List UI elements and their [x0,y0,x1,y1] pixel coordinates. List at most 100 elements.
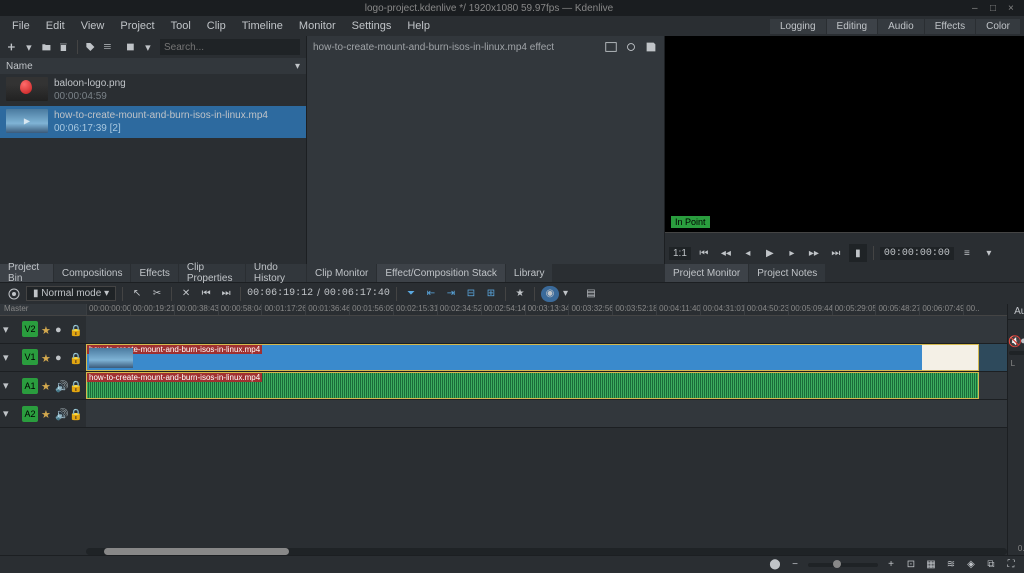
monitor-timecode[interactable]: 00:00:00:00 [880,247,954,260]
next-edit-icon[interactable]: ⏭ [218,286,234,302]
workspace-audio[interactable]: Audio [878,19,924,34]
split-view-icon[interactable] [604,40,618,54]
menu-clip[interactable]: Clip [199,20,234,32]
view-dropdown-icon[interactable]: ▾ [142,40,154,54]
timeline-ruler[interactable]: Master 00:00:00:0000:00:19:2100:00:38:43… [0,304,1007,316]
bin-item[interactable]: how-to-create-mount-and-burn-isos-in-lin… [0,106,306,138]
add-dropdown-icon[interactable]: ▾ [23,40,35,54]
preview-dropdown-icon[interactable]: ▾ [563,288,579,299]
color-tag-icon[interactable]: ⬤ [768,558,782,572]
step-back-icon[interactable]: ◂ [739,244,757,262]
timeline-position[interactable]: 00:06:19:12 [247,288,313,299]
lock-icon[interactable]: 🔒 [69,380,80,391]
track-label[interactable]: V1 [22,349,38,365]
mute-audio-icon[interactable]: 🔊 [55,380,66,391]
workspace-effects[interactable]: Effects [925,19,975,34]
tab-compositions[interactable]: Compositions [54,264,131,282]
search-input[interactable] [160,39,300,55]
next-keyframe-icon[interactable]: ⏭ [827,244,845,262]
tab-clip-monitor[interactable]: Clip Monitor [307,264,376,282]
mute-icon[interactable]: 🔇 [1008,335,1017,344]
monitor-video[interactable]: In Point [665,36,1024,232]
mute-icon[interactable]: ● [55,352,66,363]
menu-timeline[interactable]: Timeline [234,20,291,32]
forward-icon[interactable]: ▸▸ [805,244,823,262]
track-body[interactable] [86,400,1007,427]
view-mode-icon[interactable] [125,40,136,54]
tab-project-notes[interactable]: Project Notes [749,264,825,282]
preview-render-icon[interactable]: ◉ [541,286,559,302]
delete-icon[interactable] [58,40,69,54]
minimize-icon[interactable]: – [972,3,982,13]
zoom-ratio[interactable]: 1:1 [669,247,691,260]
add-clip-icon[interactable] [6,40,17,54]
fullscreen-icon[interactable]: ⛶ [1004,558,1018,572]
scrollbar-thumb[interactable] [104,548,288,555]
menu-help[interactable]: Help [399,20,438,32]
guide-icon[interactable]: ▤ [583,286,599,302]
expand-track-icon[interactable]: ▾ [3,407,19,420]
menu-settings[interactable]: Settings [344,20,400,32]
lock-icon[interactable]: 🔒 [69,324,80,335]
tab-clip-properties[interactable]: Clip Properties [179,264,245,282]
tab-project-monitor[interactable]: Project Monitor [665,264,748,282]
settings-icon[interactable] [6,286,22,302]
save-stack-icon[interactable] [644,40,658,54]
solo-icon[interactable]: ● [1020,335,1024,344]
expand-track-icon[interactable]: ▾ [3,323,19,336]
workspace-editing[interactable]: Editing [827,19,878,34]
prev-keyframe-icon[interactable]: ⏮ [695,244,713,262]
track-label[interactable]: A1 [22,378,38,394]
master-track-label[interactable]: Master [0,304,86,315]
maximize-icon[interactable]: □ [990,3,1000,13]
list-view-icon[interactable] [102,40,113,54]
expand-track-icon[interactable]: ▾ [3,379,19,392]
menu-file[interactable]: File [4,20,38,32]
track-favorite-icon[interactable]: ★ [41,352,52,363]
fit-zoom-icon[interactable]: ⊡ [904,558,918,572]
zone-out-icon[interactable]: ⇥ [443,286,459,302]
menu-view[interactable]: View [73,20,113,32]
timeline-scrollbar[interactable] [86,548,1007,555]
select-tool-icon[interactable]: ↖ [129,286,145,302]
show-video-thumbs-icon[interactable]: ▦ [924,558,938,572]
play-icon[interactable]: ▶ [761,244,779,262]
edit-mode-select[interactable]: ▮ Normal mode ▾ [26,286,116,301]
zone-in-icon[interactable]: ⇤ [423,286,439,302]
db-value[interactable]: 0.00dB [1018,544,1024,553]
tab-library[interactable]: Library [506,264,553,282]
workspace-color[interactable]: Color [976,19,1020,34]
insert-icon[interactable]: ⊞ [483,286,499,302]
snap-icon[interactable]: ⧉ [984,558,998,572]
show-markers-icon[interactable]: ◈ [964,558,978,572]
zoom-in-icon[interactable]: + [884,558,898,572]
tab-effects[interactable]: Effects [131,264,177,282]
track-label[interactable]: A2 [22,406,38,422]
overwrite-icon[interactable]: ⊟ [463,286,479,302]
mute-icon[interactable]: ● [55,324,66,335]
track-body[interactable] [86,316,1007,343]
tab-project-bin[interactable]: Project Bin [0,264,53,282]
tab-undo-history[interactable]: Undo History [246,264,306,282]
audio-clip[interactable]: how-to-create-mount-and-burn-isos-in-lin… [86,372,979,399]
favorite-icon[interactable]: ★ [512,286,528,302]
lock-icon[interactable]: 🔒 [69,408,80,419]
track-favorite-icon[interactable]: ★ [41,324,52,335]
options-icon[interactable]: ≡ [958,244,976,262]
track-favorite-icon[interactable]: ★ [41,380,52,391]
pan-slider[interactable] [1009,351,1024,355]
toggle-effects-icon[interactable] [624,40,638,54]
workspace-logging[interactable]: Logging [770,19,826,34]
menu-monitor[interactable]: Monitor [291,20,344,32]
expand-track-icon[interactable]: ▾ [3,351,19,364]
mute-audio-icon[interactable]: 🔊 [55,408,66,419]
video-clip[interactable]: how-to-create-mount-and-burn-isos-in-lin… [86,344,979,371]
track-favorite-icon[interactable]: ★ [41,408,52,419]
options-dropdown-icon[interactable]: ▾ [980,244,998,262]
razor-tool-icon[interactable]: ✂ [149,286,165,302]
track-body[interactable]: how-to-create-mount-and-burn-isos-in-lin… [86,344,1007,371]
close-icon[interactable]: × [1008,3,1018,13]
track-label[interactable]: V2 [22,321,38,337]
monitor-ruler[interactable] [665,232,1024,242]
snap-point-icon[interactable]: ⏷ [403,286,419,302]
